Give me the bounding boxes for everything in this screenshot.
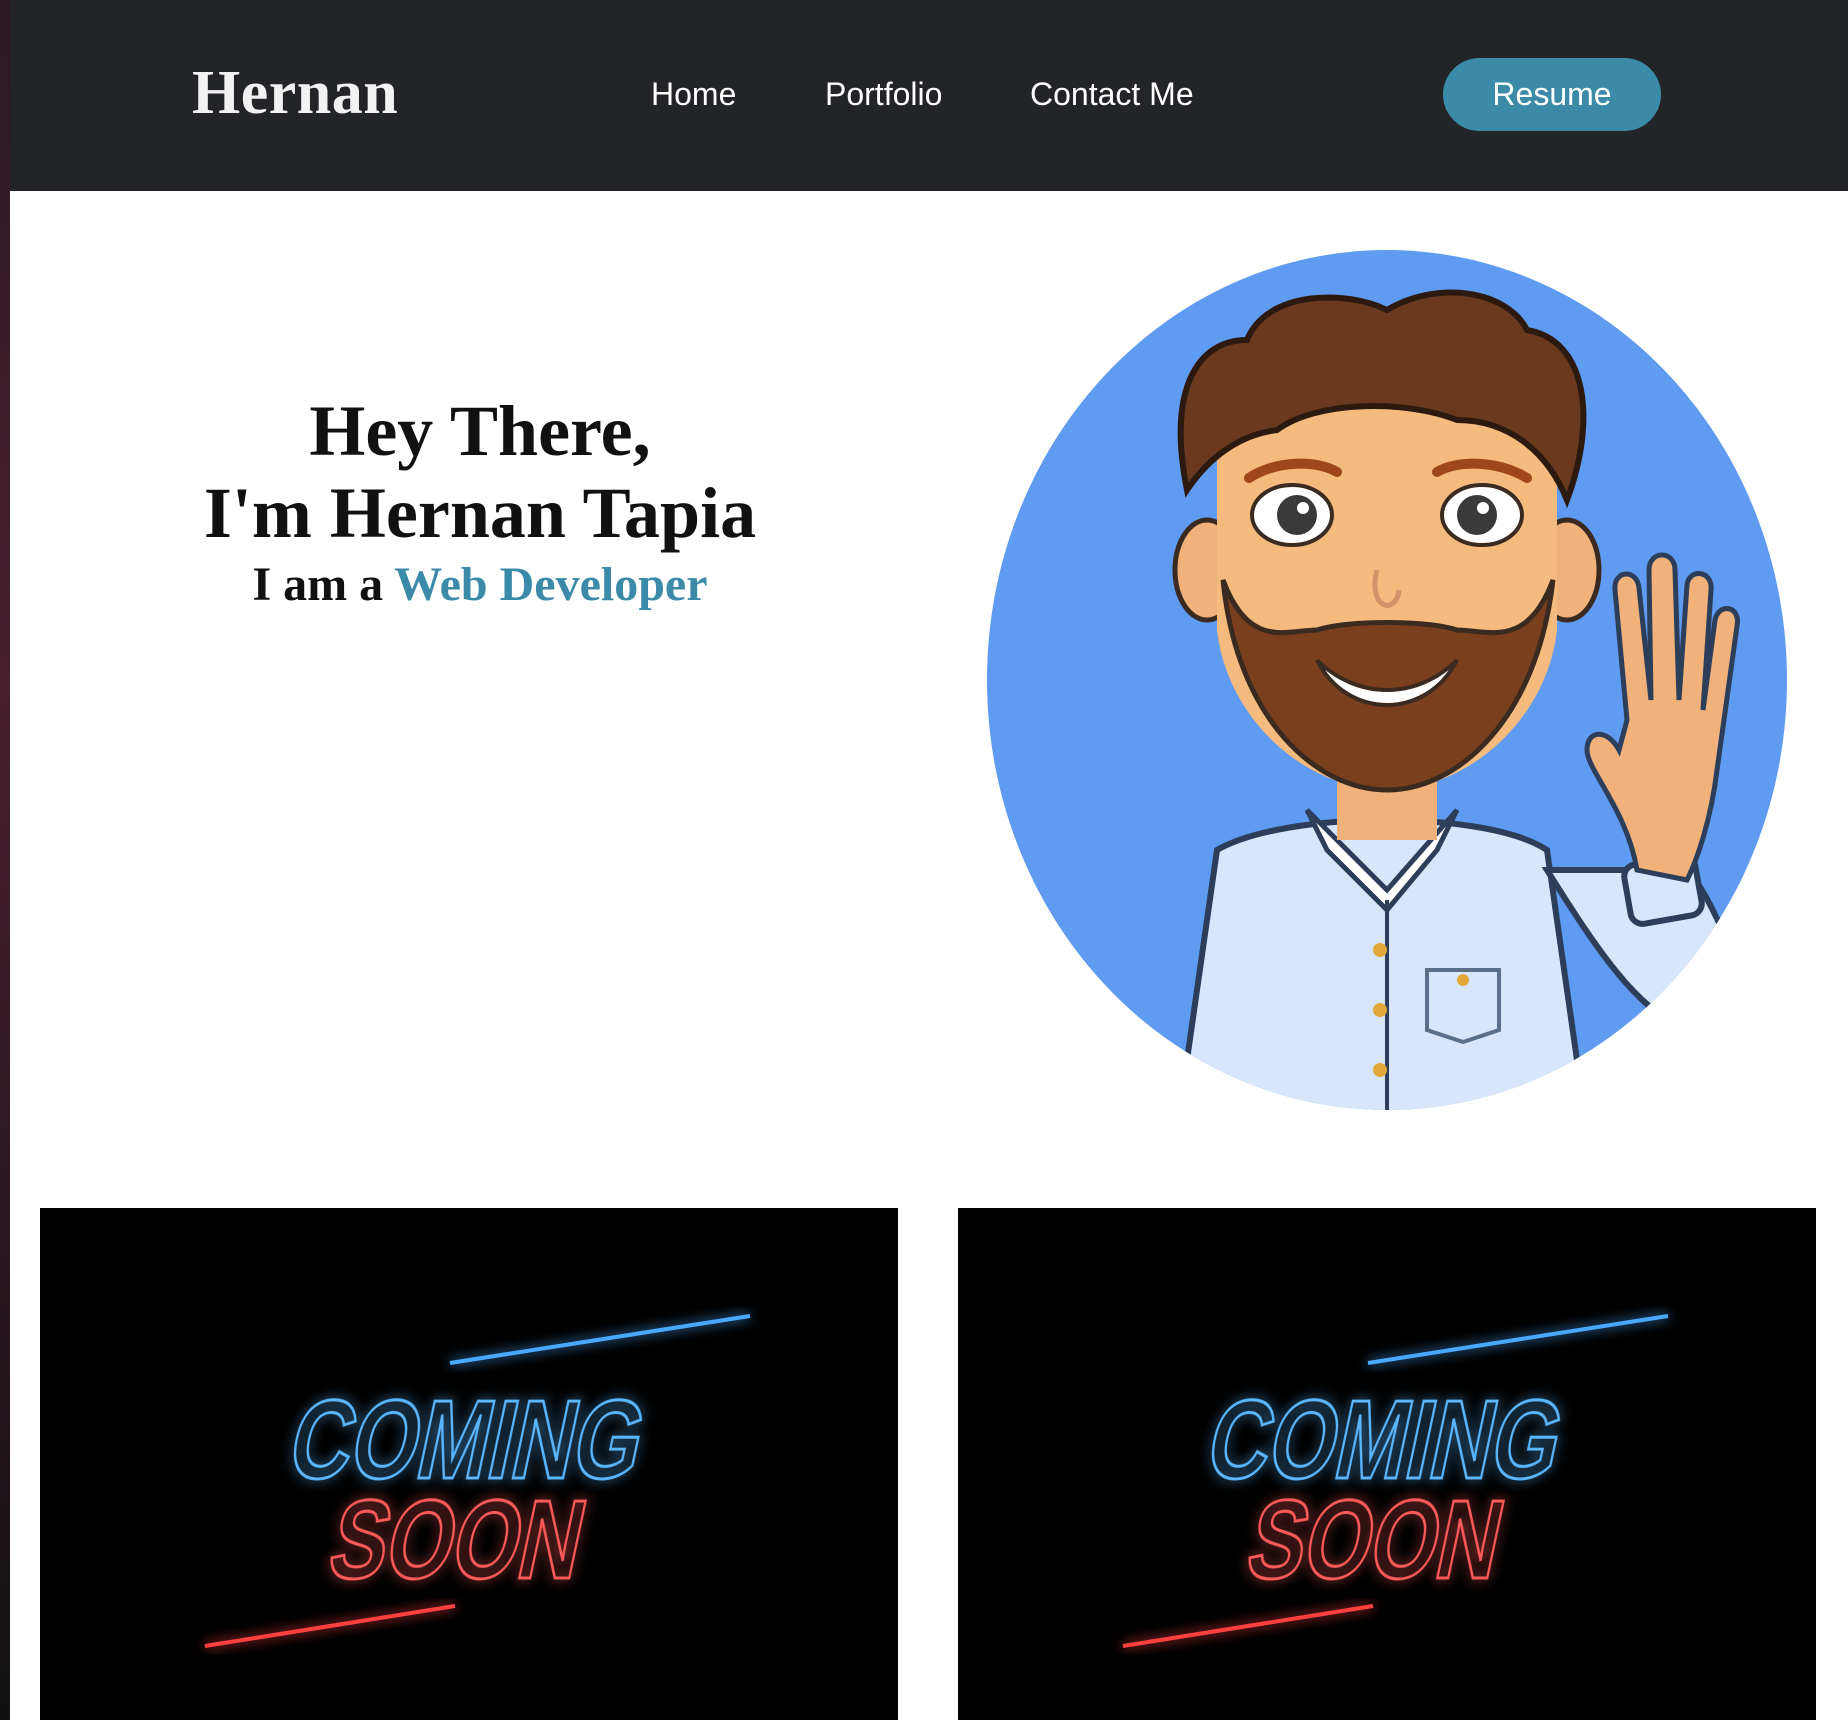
avatar-image [987, 250, 1787, 1110]
coming-soon-image-1: COMING SOON [40, 1208, 898, 1720]
hero-name: I'm Hernan Tapia [203, 473, 757, 553]
hero-greeting: Hey There, [309, 391, 651, 471]
coming-soon-image-2: COMING SOON [958, 1208, 1816, 1720]
navbar: Hernan Home Portfolio Contact Me Resume [10, 0, 1848, 191]
project-card-1[interactable]: COMING SOON [40, 1208, 898, 1720]
hero-role-accent: Web Developer [394, 558, 708, 611]
brand-logo[interactable]: Hernan [192, 58, 398, 128]
hero-intro: Hey There, I'm Hernan Tapia I am a Web D… [100, 390, 860, 616]
resume-button[interactable]: Resume [1443, 58, 1661, 131]
hero-role: I am a Web Developer [100, 554, 860, 616]
nav-link-home[interactable]: Home [651, 74, 736, 114]
avatar-illustration [987, 250, 1787, 1110]
soon-text-1: SOON [320, 1476, 597, 1602]
project-card-2[interactable]: COMING SOON [958, 1208, 1816, 1720]
nav-link-portfolio[interactable]: Portfolio [825, 74, 942, 114]
desktop-edge [0, 0, 10, 1720]
web-page: Hernan Home Portfolio Contact Me Resume … [10, 0, 1848, 1720]
hero-role-prefix: I am a [252, 558, 395, 611]
nav-link-contact-me[interactable]: Contact Me [1030, 74, 1194, 114]
soon-text-2: SOON [1238, 1476, 1515, 1602]
